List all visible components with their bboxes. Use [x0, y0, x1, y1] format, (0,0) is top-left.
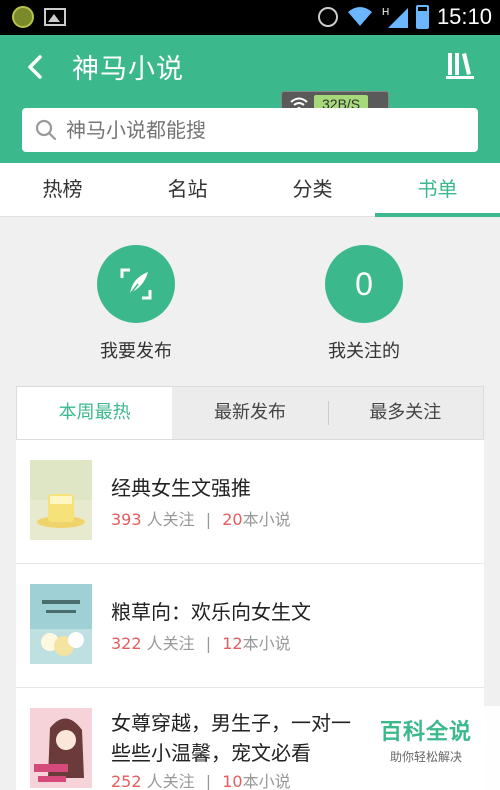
app-header: 神马小说 32B/S [0, 35, 500, 163]
sort-tabs: 本周最热 最新发布 最多关注 [16, 386, 484, 440]
follower-label: 人关注 [146, 510, 195, 529]
booklist-cover-image [30, 460, 92, 540]
meta-separator: | [205, 510, 212, 529]
list-item[interactable]: 经典女生文强推 393 人关注 | 20本小说 [16, 440, 484, 564]
category-tabs: 热榜 名站 分类 书单 [0, 163, 500, 217]
novel-count: 10 [222, 772, 243, 790]
watermark: 百科全说 助你轻松解决 [352, 706, 500, 790]
app-notification-icon [12, 6, 34, 28]
booklist-title: 粮草向：欢乐向女生文 [111, 600, 311, 624]
booklist-title: 女尊穿越，男生子，一对一些些小温馨，宠文必看 [111, 711, 351, 765]
meta-separator: | [205, 772, 212, 790]
list-item[interactable]: 粮草向：欢乐向女生文 322 人关注 | 12本小说 [16, 564, 484, 688]
booklist-meta: 322 人关注 | 12本小说 [111, 630, 291, 654]
tab-categories[interactable]: 分类 [250, 163, 375, 216]
alarm-icon [317, 7, 338, 27]
following-button[interactable]: 0 [325, 245, 403, 323]
signal-icon: H [382, 7, 408, 28]
follower-label: 人关注 [146, 634, 195, 653]
wifi-icon [347, 7, 372, 26]
following-count: 0 [355, 265, 373, 302]
novel-count-label: 本小说 [242, 510, 291, 529]
watermark-title: 百科全说 [379, 720, 472, 745]
meta-separator: | [205, 634, 212, 653]
tab-sites[interactable]: 名站 [125, 163, 250, 216]
watermark-subtitle: 助你轻松解决 [389, 750, 462, 764]
chevron-left-icon [28, 55, 42, 79]
booklist-meta: 393 人关注 | 20本小说 [111, 506, 291, 530]
follower-label: 人关注 [146, 772, 195, 790]
search-bar[interactable] [22, 108, 478, 152]
search-icon [35, 119, 57, 141]
publish-button[interactable] [97, 245, 175, 323]
clock: 15:10 [436, 4, 492, 29]
tab-booklists[interactable]: 书单 [375, 163, 500, 217]
tab-most-followed[interactable]: 最多关注 [327, 387, 483, 439]
follower-count: 393 [111, 510, 142, 529]
back-button[interactable] [22, 53, 50, 81]
network-type-label: H [382, 7, 389, 18]
image-notification-icon [44, 8, 66, 26]
bookshelf-icon [446, 53, 474, 79]
tab-hot[interactable]: 热榜 [0, 163, 125, 216]
booklist-cover-image [30, 584, 92, 664]
novel-count: 20 [222, 510, 243, 529]
following-label: 我关注的 [328, 341, 400, 362]
tab-weekly-hot[interactable]: 本周最热 [17, 387, 173, 439]
booklist-title: 经典女生文强推 [111, 476, 251, 500]
feather-pen-icon [120, 268, 152, 300]
page-title: 神马小说 [72, 54, 184, 85]
publish-label: 我要发布 [100, 341, 172, 362]
search-input[interactable] [66, 118, 466, 142]
novel-count-label: 本小说 [242, 772, 291, 790]
novel-count: 12 [222, 634, 243, 653]
novel-count-label: 本小说 [242, 634, 291, 653]
status-bar: H 15:10 [0, 0, 500, 35]
follower-count: 322 [111, 634, 142, 653]
follower-count: 252 [111, 772, 142, 790]
booklist-meta: 252 人关注 | 10本小说 [111, 768, 291, 790]
bookshelf-button[interactable] [446, 50, 474, 80]
tab-newest[interactable]: 最新发布 [172, 387, 327, 439]
battery-icon [415, 5, 429, 29]
booklist-cover-image [30, 708, 92, 788]
